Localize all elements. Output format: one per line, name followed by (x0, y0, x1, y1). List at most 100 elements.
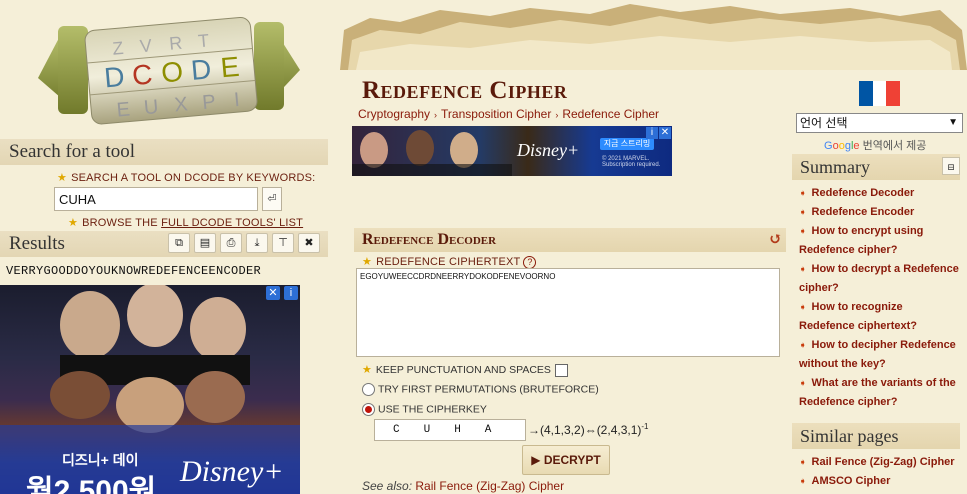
search-label-text: Search a tool on dCode by keywords: (71, 172, 316, 184)
summary-item-2[interactable]: ➧ How to encrypt using Redefence cipher? (799, 222, 961, 260)
summary-item-label: How to decrypt a Redefence cipher? (799, 263, 959, 294)
keep-punctuation-checkbox[interactable] (554, 363, 568, 377)
summary-list: ➧ Redefence Decoder ➧ Redefence Encoder ➧ How… (799, 184, 961, 412)
summary-item-label: How to recognize Redefence ciphertext? (799, 301, 917, 332)
search-input[interactable] (54, 187, 258, 211)
decoder-title: Redefence Decoder (362, 231, 497, 248)
permutation-exponent: -1 (641, 422, 649, 431)
permutation-text: →(4,1,3,2)⇔(2,4,3,1) (528, 423, 642, 437)
cipherkey-radio[interactable] (362, 403, 375, 416)
summary-item-label: Redefence Decoder (811, 187, 915, 199)
cipherkey-input[interactable] (374, 419, 526, 441)
breadcrumb-cryptography[interactable]: Cryptography (358, 107, 430, 121)
search-label: ★ Search a tool on dCode by keywords: (57, 171, 315, 184)
summary-item-4[interactable]: ➧ How to recognize Redefence ciphertext? (799, 298, 961, 336)
language-select-value: 언어 선택 (800, 116, 848, 130)
refresh-icon[interactable]: ↺ (769, 228, 782, 252)
bruteforce-option[interactable]: Try first permutations (bruteforce) (362, 383, 599, 396)
dcode-logo[interactable]: Z V R T D C O D E E U X P I (38, 6, 303, 134)
translate-credit-text: 번역에서 제공 (862, 140, 927, 152)
breadcrumb: Cryptography › Transposition Cipher › Redefe… (358, 107, 659, 121)
similar-page-item-1[interactable]: ➧ AMSCO Cipher (799, 472, 961, 491)
summary-item-label: What are the variants of the Redefence c… (799, 377, 956, 408)
ad-close-icon[interactable]: ✕ (659, 127, 671, 139)
pin-icon[interactable]: ⊤ (272, 233, 294, 253)
disney-plus-logo: Disney+ (180, 455, 284, 488)
help-icon[interactable]: ? (523, 255, 537, 269)
similar-page-item-0[interactable]: ➧ Rail Fence (Zig-Zag) Cipher (799, 453, 961, 472)
ciphertext-label: ★ Redefence ciphertext? (362, 255, 537, 269)
search-panel-title: Search for a tool (0, 139, 328, 165)
language-select[interactable]: 언어 선택 ▼ (796, 113, 963, 133)
bruteforce-label: Try first permutations (bruteforce) (378, 383, 599, 396)
see-also-prefix: See also: (362, 479, 413, 493)
ad-text-line2: 월2,500원 (26, 475, 157, 494)
save-icon[interactable]: ▤ (194, 233, 216, 253)
french-flag-icon[interactable] (859, 81, 901, 106)
keep-punctuation-option: ★ Keep punctuation and spaces (362, 363, 568, 377)
breadcrumb-redefence[interactable]: Redefence Cipher (562, 107, 659, 121)
summary-item-0[interactable]: ➧ Redefence Decoder (799, 184, 961, 203)
svg-text:E: E (116, 99, 131, 122)
arrow-bullet-icon: ➧ (799, 476, 807, 486)
summary-item-label: Redefence Encoder (811, 206, 915, 218)
enter-icon[interactable]: ⏎ (262, 187, 282, 211)
summary-item-label: How to decipher Redefence without the ke… (799, 339, 956, 370)
breadcrumb-transposition[interactable]: Transposition Cipher (441, 107, 551, 121)
svg-text:U: U (143, 96, 159, 119)
svg-text:O: O (160, 56, 184, 89)
ad-stream-button[interactable]: 지금 스트리밍 (600, 138, 654, 150)
collapse-icon[interactable]: ⊟ (942, 157, 960, 175)
full-tools-list-link[interactable]: full dCode tools' list (161, 217, 303, 229)
decrypt-button[interactable]: ▶ DECRYPT (522, 445, 610, 475)
star-icon: ★ (362, 364, 372, 376)
summary-header: Summary ⊟ (792, 154, 960, 180)
copy-icon[interactable]: ⧉ (168, 233, 190, 253)
ad-close-icon[interactable]: ✕ (266, 286, 280, 300)
see-also-rail-fence-link[interactable]: Rail Fence (Zig-Zag) Cipher (415, 479, 564, 493)
main-content: Redefence Cipher Cryptography › Transposit… (340, 60, 786, 494)
arrow-bullet-icon: ➧ (799, 457, 807, 467)
svg-text:C: C (131, 58, 154, 91)
permutation-readout: →(4,1,3,2)⇔(2,4,3,1)-1 (528, 422, 649, 437)
banner-advertisement[interactable]: Disney+ 지금 스트리밍 © 2021 MARVEL. Subscript… (352, 126, 672, 176)
svg-text:P: P (201, 91, 216, 114)
results-output[interactable]: VERRYGOODDOYOUKNOWREDEFENCEENCODER (6, 264, 261, 278)
close-icon[interactable]: ✖ (298, 233, 320, 253)
similar-pages-header: Similar pages (792, 423, 960, 449)
summary-item-6[interactable]: ➧ What are the variants of the Redefence … (799, 374, 961, 412)
right-sidebar: 언어 선택 ▼ Google 번역에서 제공 Summary ⊟ ➧ Redefe… (789, 70, 967, 494)
bruteforce-radio[interactable] (362, 383, 375, 396)
see-also: See also: Rail Fence (Zig-Zag) Cipher (362, 479, 564, 493)
flag-white-stripe (872, 81, 887, 106)
ciphertext-label-text: Redefence ciphertext (376, 256, 521, 268)
ad-info-icon[interactable]: i (284, 286, 298, 300)
disney-plus-logo: Disney+ (517, 140, 580, 160)
download-icon[interactable]: ⤓ (246, 233, 268, 253)
flag-blue-stripe (859, 81, 873, 106)
summary-item-3[interactable]: ➧ How to decrypt a Redefence cipher? (799, 260, 961, 298)
left-sidebar: Z V R T D C O D E E U X P I Search for a… (0, 0, 330, 494)
arrow-bullet-icon: ➧ (799, 188, 807, 198)
summary-item-1[interactable]: ➧ Redefence Encoder (799, 203, 961, 222)
star-icon: ★ (68, 217, 79, 229)
advertisement[interactable]: ✕ i 디즈니+ 데이 월2,500원 Disney+ (0, 285, 300, 494)
chevron-down-icon: ▼ (948, 117, 958, 128)
svg-text:X: X (173, 93, 188, 116)
cipherkey-label: Use the cipherkey (378, 403, 487, 416)
breadcrumb-separator-icon: › (434, 110, 438, 120)
page-title: Redefence Cipher (362, 77, 568, 104)
decoder-panel-header: Redefence Decoder ↺ (354, 228, 786, 252)
svg-text:Z: Z (112, 38, 125, 59)
keep-punctuation-label: Keep punctuation and spaces (375, 364, 551, 376)
ad-info-icon[interactable]: i (646, 127, 658, 139)
cipherkey-option[interactable]: Use the cipherkey (362, 403, 487, 416)
breadcrumb-separator-icon: › (555, 110, 559, 120)
arrow-bullet-icon: ➧ (799, 207, 807, 217)
summary-item-label: How to encrypt using Redefence cipher? (799, 225, 924, 256)
print-icon[interactable]: ⎙ (220, 233, 242, 253)
similar-pages-list: ➧ Rail Fence (Zig-Zag) Cipher ➧ AMSCO Ciphe… (799, 453, 961, 491)
summary-item-5[interactable]: ➧ How to decipher Redefence without the k… (799, 336, 961, 374)
ciphertext-input[interactable]: EGOYUWEECCDRDNEERRYDOKODFENEVOORNO (356, 268, 780, 357)
star-icon: ★ (57, 172, 68, 184)
